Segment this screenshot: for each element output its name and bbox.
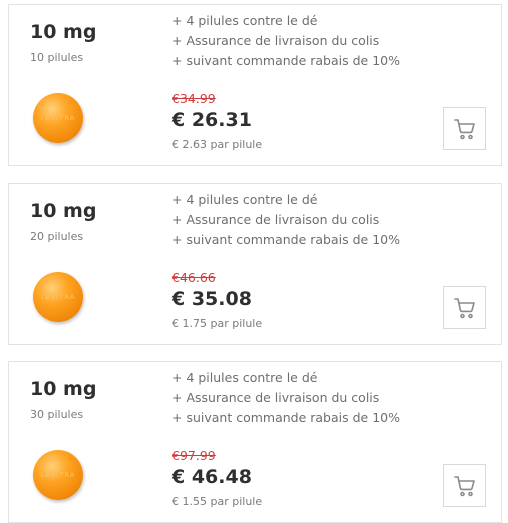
- pill-logo: LEVITRA: [40, 114, 76, 122]
- product-card: 10 mg 10 pilules LEVITRA + 4 pilules con…: [8, 4, 502, 166]
- feature-item: + Assurance de livraison du colis: [172, 390, 380, 405]
- feature-item: + 4 pilules contre le dé: [172, 192, 318, 207]
- feature-item: + suivant commande rabais de 10%: [172, 232, 400, 247]
- pill-logo: LEVITRA: [40, 471, 76, 479]
- pill-image: LEVITRA: [33, 272, 83, 322]
- shopping-cart-icon: [453, 475, 475, 496]
- dose-label: 10 mg: [30, 21, 97, 43]
- pill-image: LEVITRA: [33, 450, 83, 500]
- shopping-cart-icon: [453, 297, 475, 318]
- product-card: 10 mg 20 pilules LEVITRA + 4 pilules con…: [8, 183, 502, 345]
- feature-list: + 4 pilules contre le dé + Assurance de …: [172, 190, 400, 250]
- add-to-cart-button[interactable]: [443, 464, 486, 507]
- old-price: €34.99: [172, 91, 216, 106]
- pill-count: 30 pilules: [30, 408, 84, 421]
- product-card: 10 mg 30 pilules LEVITRA + 4 pilules con…: [8, 361, 502, 523]
- dose-label: 10 mg: [30, 200, 97, 222]
- pill-count: 10 pilules: [30, 51, 84, 64]
- feature-item: + suivant commande rabais de 10%: [172, 410, 400, 425]
- price-per-pill: € 2.63 par pilule: [172, 138, 263, 151]
- old-price: €46.66: [172, 270, 216, 285]
- price-per-pill: € 1.75 par pilule: [172, 317, 263, 330]
- dose-label: 10 mg: [30, 378, 97, 400]
- price-per-pill: € 1.55 par pilule: [172, 495, 263, 508]
- pill-count: 20 pilules: [30, 230, 84, 243]
- add-to-cart-button[interactable]: [443, 286, 486, 329]
- shopping-cart-icon: [453, 118, 475, 139]
- feature-item: + 4 pilules contre le dé: [172, 370, 318, 385]
- feature-item: + 4 pilules contre le dé: [172, 13, 318, 28]
- feature-item: + Assurance de livraison du colis: [172, 212, 380, 227]
- old-price: €97.99: [172, 448, 216, 463]
- add-to-cart-button[interactable]: [443, 107, 486, 150]
- feature-list: + 4 pilules contre le dé + Assurance de …: [172, 368, 400, 428]
- feature-item: + suivant commande rabais de 10%: [172, 53, 400, 68]
- price: € 26.31: [172, 109, 252, 131]
- feature-list: + 4 pilules contre le dé + Assurance de …: [172, 11, 400, 71]
- price: € 46.48: [172, 466, 252, 488]
- pill-logo: LEVITRA: [40, 293, 76, 301]
- feature-item: + Assurance de livraison du colis: [172, 33, 380, 48]
- price: € 35.08: [172, 288, 252, 310]
- pill-image: LEVITRA: [33, 93, 83, 143]
